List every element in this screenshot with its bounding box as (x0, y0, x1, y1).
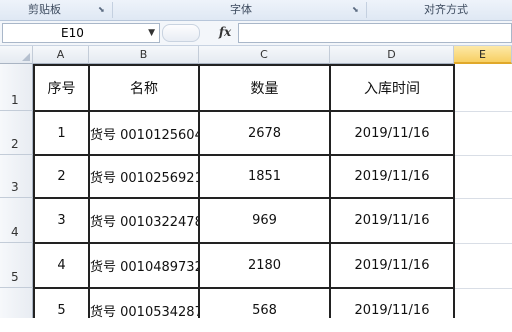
table-border (33, 287, 455, 289)
font-group-label: 字体 (230, 3, 252, 16)
table-border (33, 154, 455, 156)
formula-input[interactable] (238, 23, 512, 43)
table-border (33, 242, 455, 244)
gridline (454, 243, 512, 244)
gridline (454, 155, 512, 156)
cell-a3[interactable]: 2 (34, 155, 89, 198)
cell-d6[interactable]: 2019/11/16 (330, 288, 454, 332)
insert-function-button[interactable]: fx (214, 23, 236, 41)
row-header-5[interactable]: 5 (0, 243, 33, 288)
cell-b2[interactable]: 货号 0010125604 (89, 111, 199, 155)
ribbon-group-bar: 剪贴板 ⬊ 字体 ⬊ 对齐方式 (0, 0, 512, 21)
cell-c5[interactable]: 2180 (199, 243, 330, 288)
row-header-4[interactable]: 4 (0, 198, 33, 243)
cell-b3[interactable]: 货号 0010256921 (89, 155, 199, 198)
cell-c6[interactable]: 568 (199, 288, 330, 332)
row-header-6[interactable] (0, 288, 33, 318)
cell-d3[interactable]: 2019/11/16 (330, 155, 454, 198)
cell-a1[interactable]: 序号 (34, 64, 89, 111)
cell-b5[interactable]: 货号 0010489732 (89, 243, 199, 288)
table-border (453, 64, 455, 318)
cell-a4[interactable]: 3 (34, 198, 89, 243)
table-border (329, 64, 331, 318)
cell-c1[interactable]: 数量 (199, 64, 330, 111)
table-border (88, 64, 90, 318)
row-header-3[interactable]: 3 (0, 155, 33, 198)
ribbon-separator (112, 2, 113, 18)
cell-c3[interactable]: 1851 (199, 155, 330, 198)
column-header-e[interactable]: E (454, 46, 512, 64)
formula-bar: E10 ▼ fx (0, 21, 512, 46)
table-border (33, 197, 455, 199)
cell-b6[interactable]: 货号 0010534287 (89, 288, 199, 332)
chevron-down-icon[interactable]: ▼ (148, 24, 155, 42)
table-border (198, 64, 200, 318)
cell-c4[interactable]: 969 (199, 198, 330, 243)
column-header-c[interactable]: C (199, 46, 330, 64)
cell-a6[interactable]: 5 (34, 288, 89, 332)
cell-d2[interactable]: 2019/11/16 (330, 111, 454, 155)
cell-d1[interactable]: 入库时间 (330, 64, 454, 111)
gridline (454, 111, 512, 112)
name-box-value: E10 (61, 26, 84, 40)
select-all-icon (22, 53, 30, 61)
gridline (454, 288, 512, 289)
cell-d4[interactable]: 2019/11/16 (330, 198, 454, 243)
column-header-d[interactable]: D (330, 46, 454, 64)
table-border (33, 64, 455, 66)
column-header-a[interactable]: A (33, 46, 89, 64)
alignment-group-label: 对齐方式 (424, 3, 468, 16)
cell-b4[interactable]: 货号 0010322478 (89, 198, 199, 243)
cell-d5[interactable]: 2019/11/16 (330, 243, 454, 288)
table-border (33, 64, 35, 318)
cell-b1[interactable]: 名称 (89, 64, 199, 111)
select-all-button[interactable] (0, 46, 33, 64)
row-header-2[interactable]: 2 (0, 111, 33, 155)
column-header-b[interactable]: B (89, 46, 199, 64)
ribbon-separator (366, 2, 367, 18)
table-border (33, 110, 455, 112)
row-header-1[interactable]: 1 (0, 64, 33, 111)
cell-a5[interactable]: 4 (34, 243, 89, 288)
name-box[interactable]: E10 ▼ (2, 23, 160, 43)
cell-c2[interactable]: 2678 (199, 111, 330, 155)
cell-a2[interactable]: 1 (34, 111, 89, 155)
gridline (454, 198, 512, 199)
formula-bar-resize-handle[interactable] (162, 24, 200, 42)
clipboard-group-label: 剪贴板 (28, 3, 61, 16)
